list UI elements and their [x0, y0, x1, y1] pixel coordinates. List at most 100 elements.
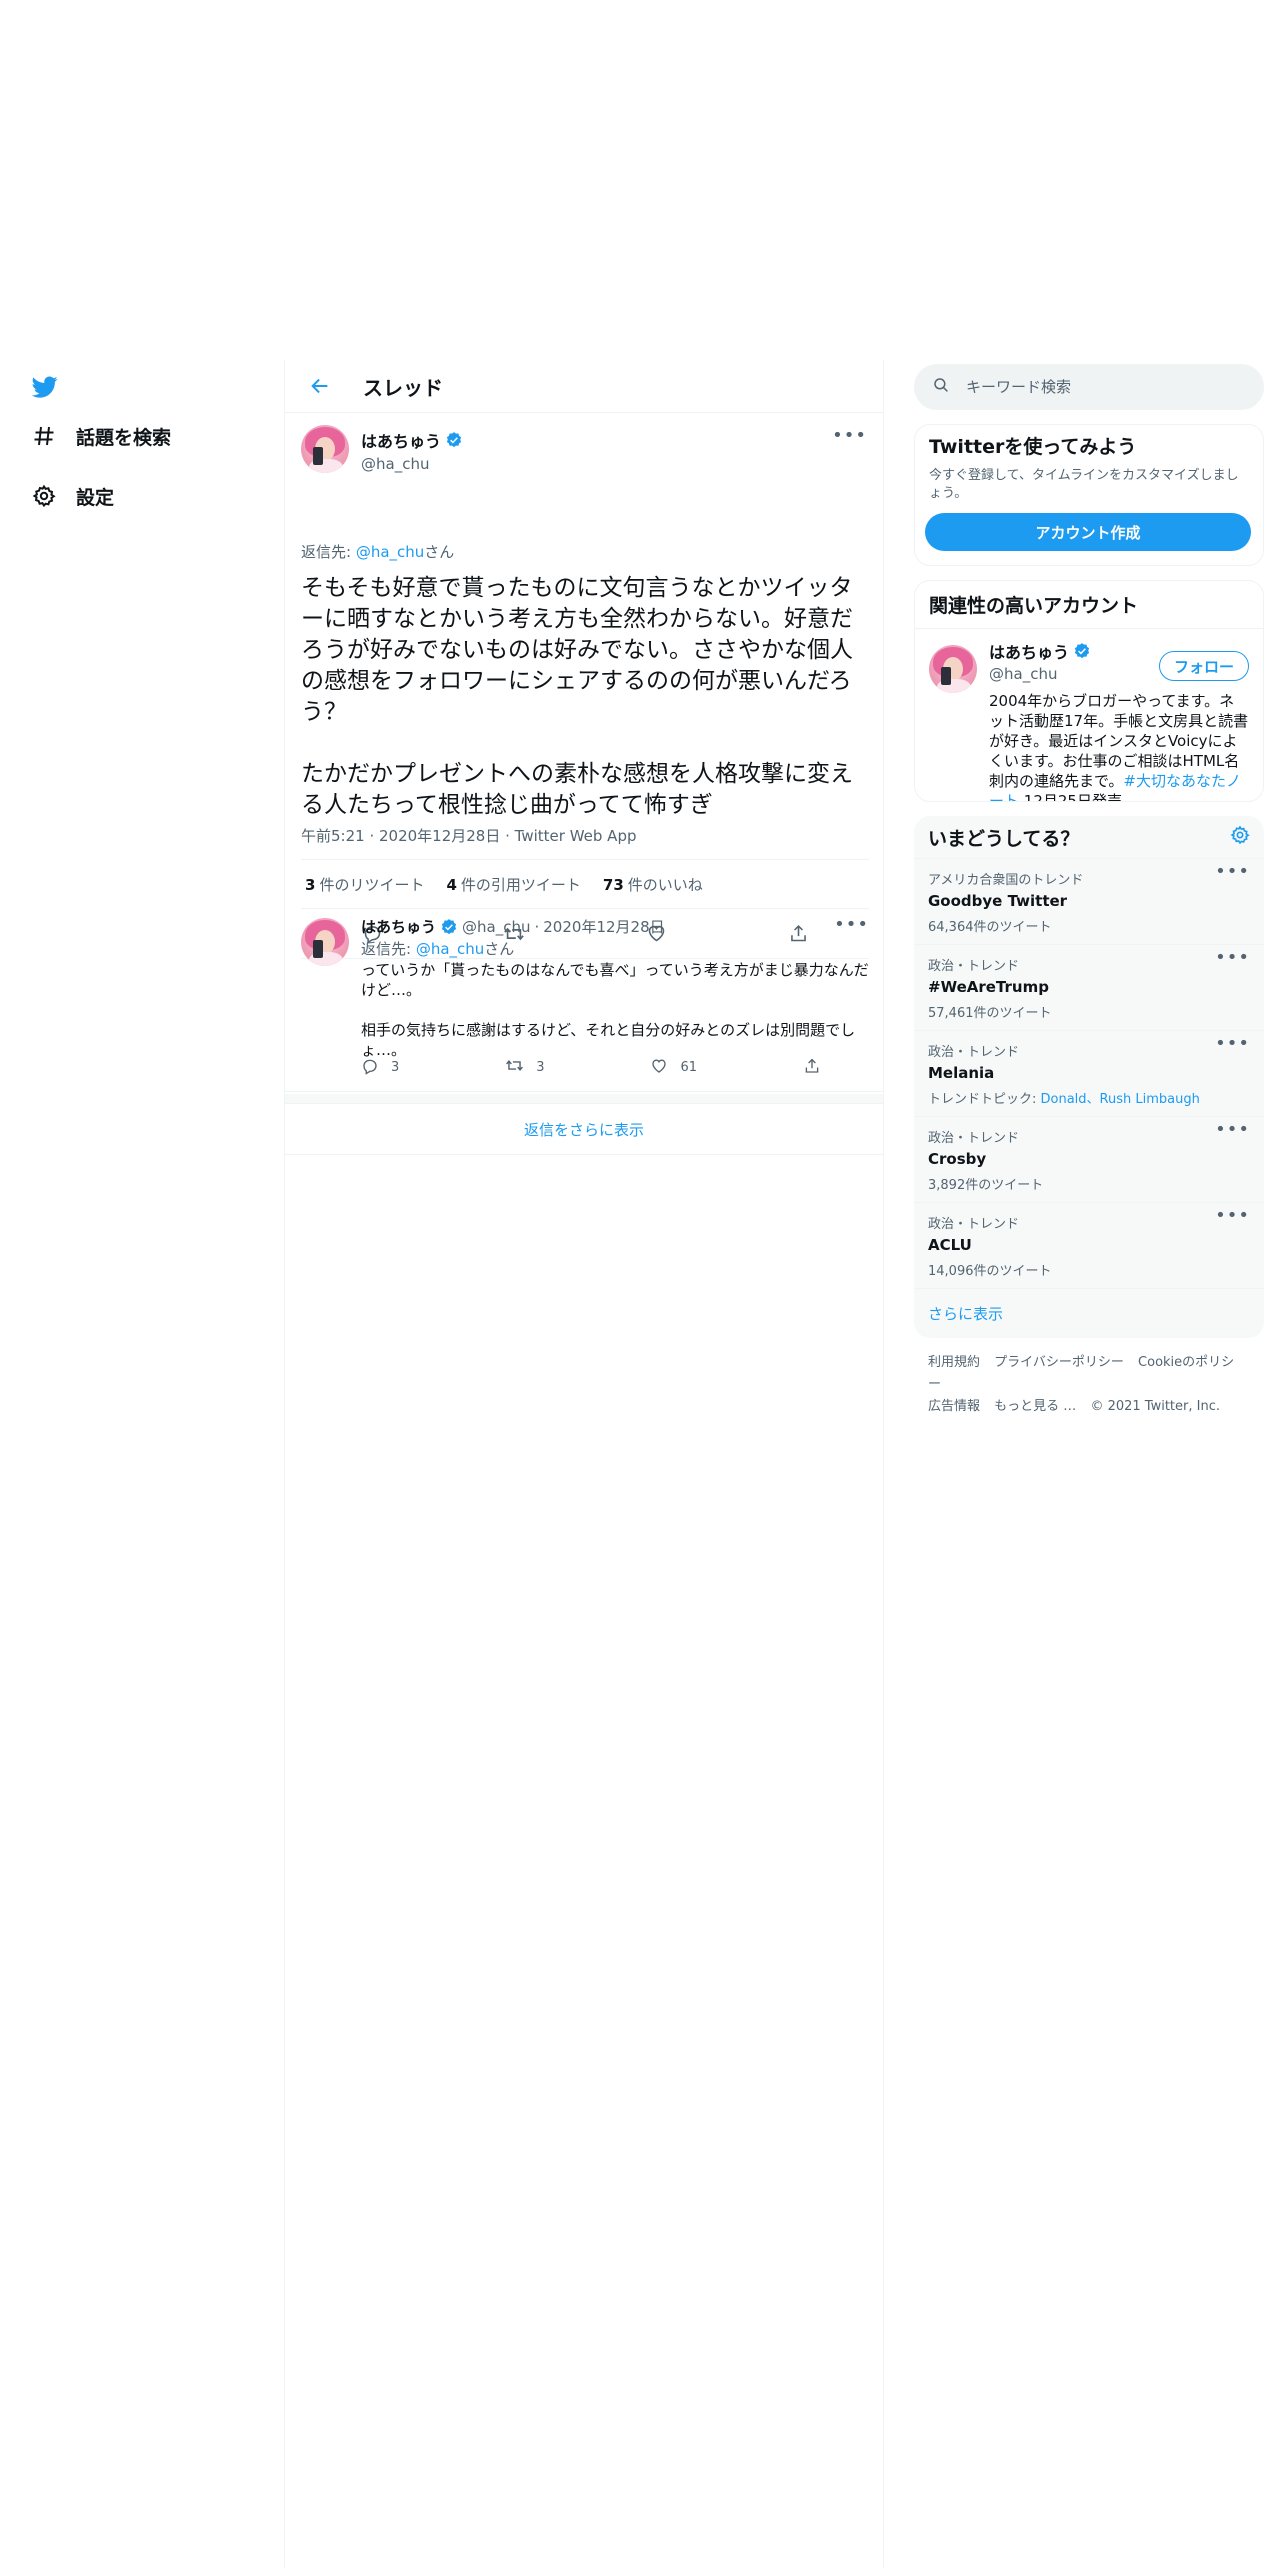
tweet-time[interactable]: 午前5:21	[301, 827, 365, 845]
main-column: スレッド はあちゅう @ha_chu ••• 返信先: @ha_chuさん そも…	[284, 360, 884, 2568]
trend-name: Crosby	[928, 1150, 987, 1168]
follow-button[interactable]: フォロー	[1158, 651, 1249, 681]
related-title: 関連性の高いアカウント	[915, 581, 1263, 629]
related-user[interactable]: はあちゅう @ha_chu フォロー 2004年からブロガーやってます。ネット活…	[915, 629, 1263, 801]
footer-copyright: © 2021 Twitter, Inc.	[1090, 1399, 1220, 1414]
verified-badge-icon	[440, 918, 458, 936]
reply-author-handle[interactable]: @ha_chu	[462, 918, 530, 936]
trend-item[interactable]: 政治・トレンド ACLU 14,096件のツイート •••	[914, 1202, 1264, 1288]
nav-settings-label: 設定	[76, 486, 115, 509]
search-box[interactable]	[914, 364, 1264, 410]
like-count[interactable]: 73 件のいいね	[603, 874, 703, 895]
reply-actions: 3 3 61	[361, 1056, 821, 1079]
footer-link-privacy[interactable]: プライバシーポリシー	[994, 1355, 1124, 1370]
trend-name: #WeAreTrump	[928, 978, 1049, 996]
reply-to: 返信先: @ha_chuさん	[361, 938, 514, 959]
reply-suffix: さん	[424, 543, 455, 561]
retweet-count[interactable]: 3 件のリツイート	[305, 874, 424, 895]
trend-item[interactable]: 政治・トレンド Crosby 3,892件のツイート •••	[914, 1116, 1264, 1202]
more-options-icon[interactable]: •••	[834, 916, 869, 934]
hashtag-icon	[30, 422, 58, 450]
create-account-button[interactable]: アカウント作成	[925, 513, 1251, 551]
trends-show-more-link[interactable]: さらに表示	[914, 1288, 1264, 1338]
more-options-icon[interactable]: •••	[1215, 1207, 1250, 1225]
retweet-count: 3	[536, 1060, 545, 1075]
verified-badge-icon	[1073, 642, 1091, 660]
quote-count[interactable]: 4 件の引用ツイート	[446, 874, 580, 895]
trend-count: 57,461件のツイート	[928, 1006, 1052, 1021]
trend-name: Goodbye Twitter	[928, 892, 1068, 910]
show-more-replies-link[interactable]: 返信をさらに表示	[285, 1105, 883, 1155]
reply-button[interactable]: 3	[361, 1056, 399, 1079]
reply-author: はあちゅう @ha_chu · 2020年12月28日	[361, 916, 665, 937]
nav-explore[interactable]: 話題を検索	[30, 414, 171, 458]
related-user-name[interactable]: はあちゅう	[989, 639, 1069, 663]
author-handle[interactable]: @ha_chu	[361, 455, 463, 473]
share-button[interactable]	[803, 1056, 821, 1079]
trend-context: 政治・トレンド	[928, 1131, 1020, 1146]
verified-badge-icon	[445, 431, 463, 449]
avatar[interactable]	[301, 918, 349, 966]
trend-context: 政治・トレンド	[928, 959, 1020, 974]
share-icon	[803, 1057, 821, 1079]
footer-link-more[interactable]: もっと見る …	[994, 1399, 1076, 1414]
footer-link-terms[interactable]: 利用規約	[928, 1355, 980, 1370]
page-title: スレッド	[363, 375, 443, 400]
right-sidebar: Twitterを使ってみよう 今すぐ登録して、タイムラインをカスタマイズしましょ…	[914, 360, 1264, 1432]
trend-count: 3,892件のツイート	[928, 1178, 1044, 1193]
signup-card: Twitterを使ってみよう 今すぐ登録して、タイムラインをカスタマイズしましょ…	[914, 424, 1264, 566]
section-divider	[285, 1094, 883, 1104]
search-icon	[932, 376, 950, 398]
reply-date[interactable]: 2020年12月28日	[543, 916, 664, 937]
reply-prefix: 返信先:	[361, 940, 416, 958]
footer: 利用規約 プライバシーポリシー Cookieのポリシー 広告情報 もっと見る ……	[914, 1338, 1264, 1432]
footer-link-ads[interactable]: 広告情報	[928, 1399, 980, 1414]
tweet-date[interactable]: 2020年12月28日	[379, 827, 500, 845]
trend-item[interactable]: アメリカ合衆国のトレンド Goodbye Twitter 64,364件のツイー…	[914, 858, 1264, 944]
more-options-icon[interactable]: •••	[832, 427, 867, 445]
more-options-icon[interactable]: •••	[1215, 863, 1250, 881]
trend-context: アメリカ合衆国のトレンド	[928, 873, 1084, 888]
trends-card: いまどうしてる？ アメリカ合衆国のトレンド Goodbye Twitter 64…	[914, 816, 1264, 1338]
related-accounts-card: 関連性の高いアカウント はあちゅう @ha_chu フォロー 2004年からブロ…	[914, 580, 1264, 802]
avatar[interactable]	[929, 645, 977, 693]
more-options-icon[interactable]: •••	[1215, 1035, 1250, 1053]
like-icon	[650, 1057, 668, 1079]
reply-to-handle[interactable]: @ha_chu	[356, 543, 424, 561]
trend-count: 64,364件のツイート	[928, 920, 1052, 935]
twitter-logo-icon[interactable]	[30, 374, 60, 400]
tweet-stats: 3 件のリツイート 4 件の引用ツイート 73 件のいいね	[301, 859, 869, 909]
like-button[interactable]: 61	[650, 1056, 697, 1079]
reply-prefix: 返信先:	[301, 543, 356, 561]
reply-to-handle[interactable]: @ha_chu	[416, 940, 484, 958]
trends-title: いまどうしてる？	[928, 827, 1080, 850]
reply-suffix: さん	[484, 940, 515, 958]
search-input[interactable]	[966, 378, 1216, 396]
related-user-bio: 2004年からブロガーやってます。ネット活動歴17年。手帳と文房具と読書が好き。…	[989, 691, 1249, 801]
retweet-button[interactable]: 3	[505, 1056, 545, 1079]
trend-count: 14,096件のツイート	[928, 1264, 1052, 1279]
trend-topic-label: トレンドトピック:	[928, 1092, 1041, 1107]
signup-text: 今すぐ登録して、タイムラインをカスタマイズしましょう。	[929, 468, 1239, 501]
retweet-icon	[505, 1056, 524, 1079]
back-arrow-icon[interactable]	[305, 371, 335, 401]
reply-author-name[interactable]: はあちゅう	[361, 916, 436, 937]
tweet-source[interactable]: Twitter Web App	[515, 827, 637, 845]
trend-context: 政治・トレンド	[928, 1045, 1020, 1060]
gear-icon[interactable]	[1230, 825, 1250, 849]
trend-item[interactable]: 政治・トレンド Melania トレンドトピック: Donald、Rush Li…	[914, 1030, 1264, 1116]
gear-icon	[30, 482, 58, 510]
tweet-text: そもそも好意で貰ったものに文句言うなとかツイッターに晒すなとかいう考え方も全然わ…	[301, 575, 853, 818]
trend-topic-links[interactable]: Donald、Rush Limbaugh	[1041, 1092, 1200, 1107]
nav-settings[interactable]: 設定	[30, 474, 114, 518]
more-options-icon[interactable]: •••	[1215, 1121, 1250, 1139]
reply-count: 3	[391, 1060, 400, 1075]
trend-topics: トレンドトピック: Donald、Rush Limbaugh	[928, 1088, 1250, 1107]
more-options-icon[interactable]: •••	[1215, 949, 1250, 967]
trend-context: 政治・トレンド	[928, 1217, 1020, 1232]
tweet-author: はあちゅう @ha_chu	[301, 425, 463, 473]
trend-item[interactable]: 政治・トレンド #WeAreTrump 57,461件のツイート •••	[914, 944, 1264, 1030]
reply-tweet[interactable]: はあちゅう @ha_chu · 2020年12月28日 ••• 返信先: @ha…	[285, 906, 883, 1092]
avatar[interactable]	[301, 425, 349, 473]
author-name[interactable]: はあちゅう	[361, 428, 441, 452]
